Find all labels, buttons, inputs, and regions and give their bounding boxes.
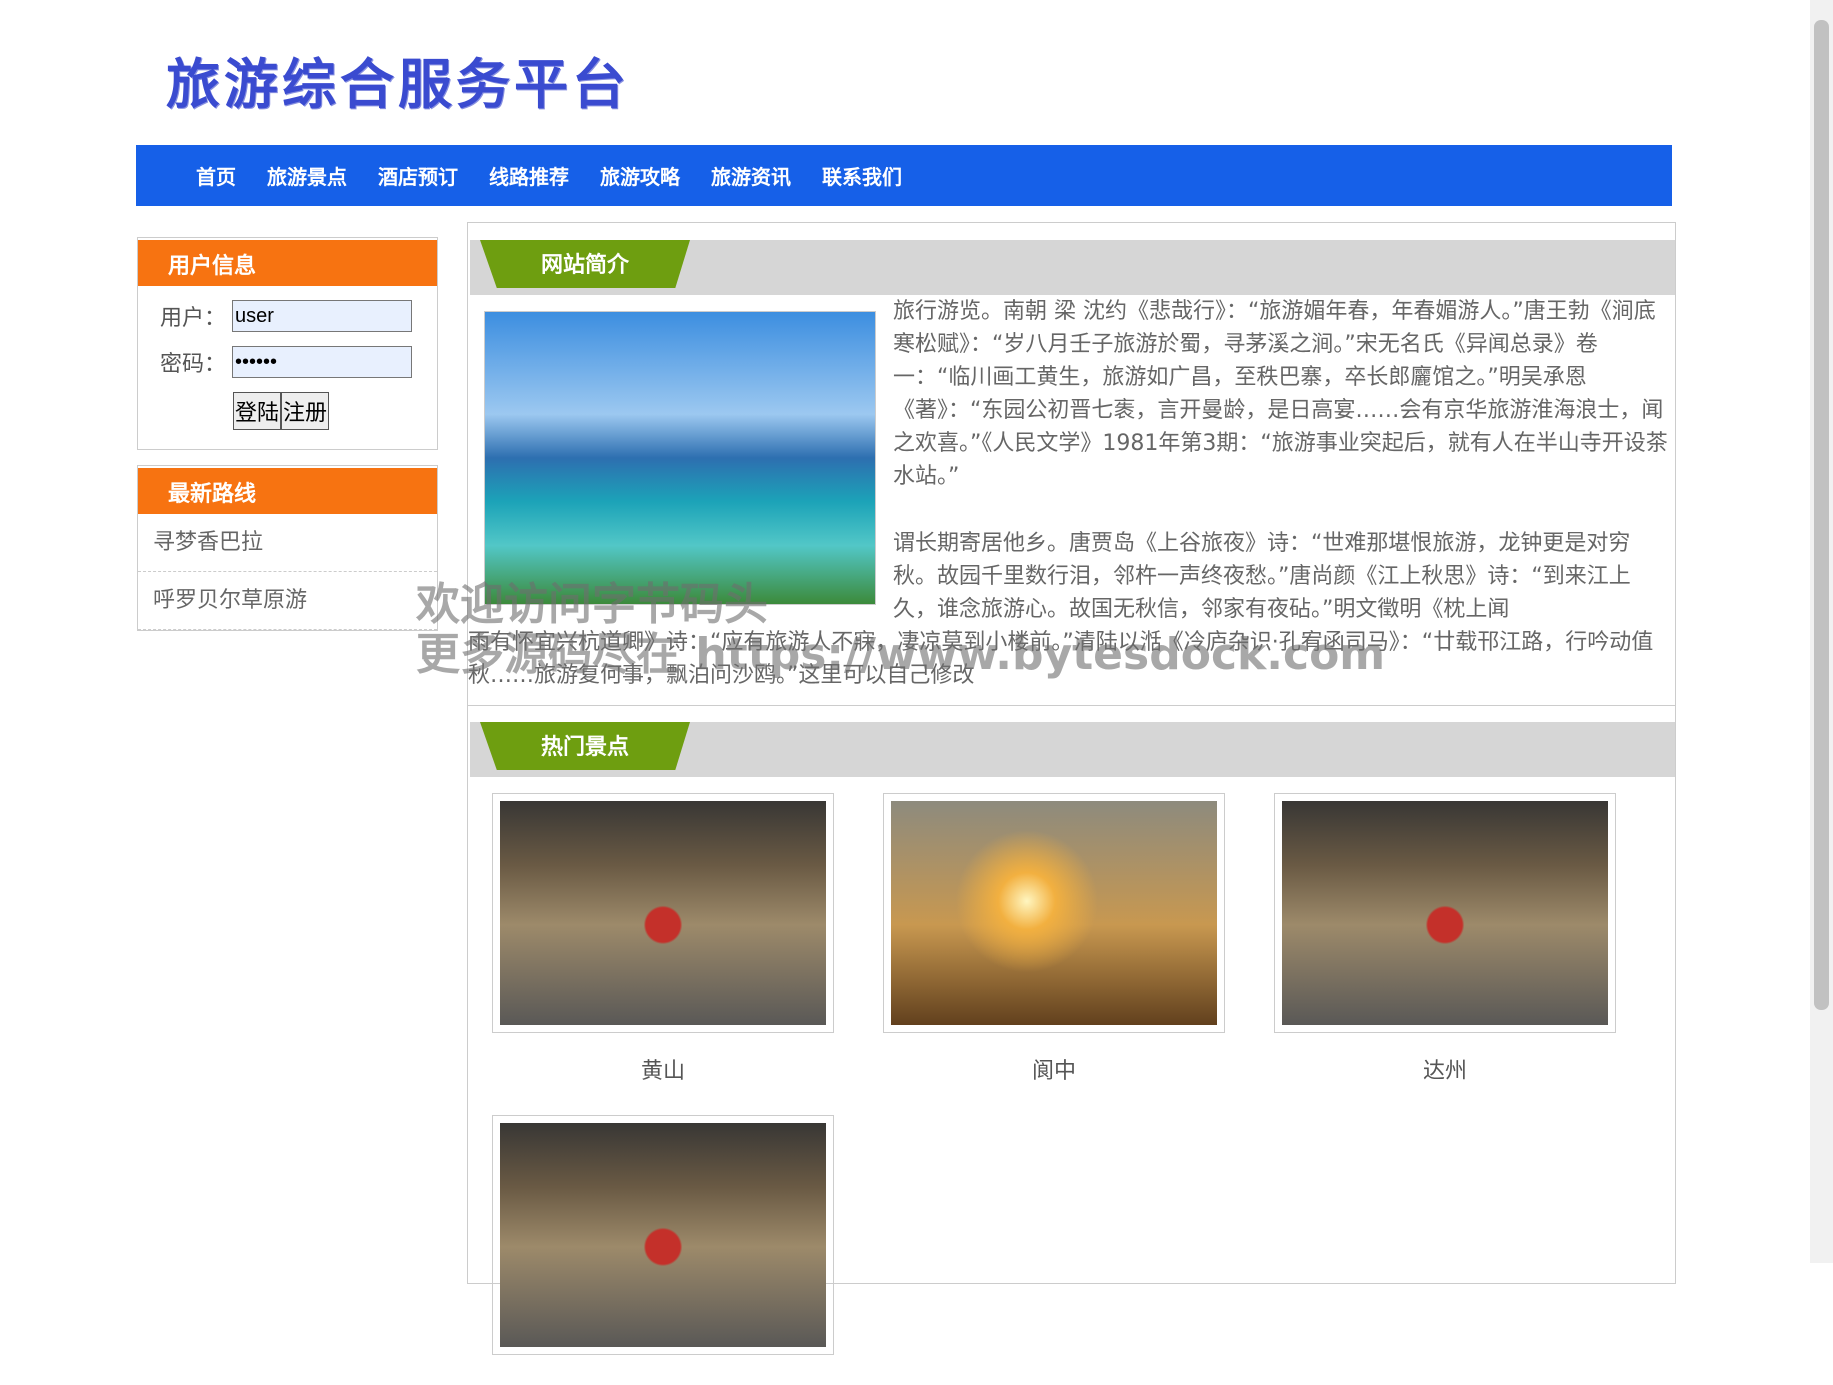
spot-card[interactable] [492, 1115, 834, 1385]
spot-image[interactable] [492, 793, 834, 1033]
vertical-scrollbar[interactable] [1810, 0, 1833, 1263]
login-button[interactable]: 登陆 [233, 392, 281, 430]
nav-news[interactable]: 旅游资讯 [711, 161, 791, 190]
intro-header: 网站简介 [470, 240, 1675, 295]
hot-spots-grid: 黄山 阆中 达州 [468, 777, 1675, 1385]
spot-image[interactable] [1274, 793, 1616, 1033]
main-content: 网站简介 旅行游览。南朝 梁 沈约《悲哉行》：“旅游媚年春，年春媚游人。”唐王勃… [467, 222, 1676, 1284]
spot-image[interactable] [883, 793, 1225, 1033]
latest-routes-title: 最新路线 [138, 468, 437, 514]
intro-paragraph-3: 雨有怀宜兴杭道卿》诗：“应有旅游人不寐，凄凉莫到小楼前。”清陆以湉《冷庐杂识·孔… [468, 626, 1671, 692]
username-label: 用户： [160, 300, 226, 332]
spot-card[interactable]: 阆中 [883, 793, 1225, 1115]
spot-name[interactable]: 达州 [1274, 1053, 1616, 1085]
intro-paragraph-1: 旅行游览。南朝 梁 沈约《悲哉行》：“旅游媚年春，年春媚游人。”唐王勃《涧底寒松… [893, 295, 1671, 493]
nav-contact[interactable]: 联系我们 [822, 161, 902, 190]
login-buttons: 登陆 注册 [233, 392, 437, 430]
scrollbar-thumb[interactable] [1814, 20, 1829, 1010]
username-input[interactable] [232, 300, 412, 332]
latest-routes-panel: 最新路线 寻梦香巴拉 呼罗贝尔草原游 [137, 465, 438, 631]
main-nav: 首页 旅游景点 酒店预订 线路推荐 旅游攻略 旅游资讯 联系我们 [136, 145, 1672, 206]
nav-guides[interactable]: 旅游攻略 [600, 161, 680, 190]
password-label: 密码： [160, 346, 226, 378]
spot-card[interactable]: 黄山 [492, 793, 834, 1115]
spot-name[interactable]: 黄山 [492, 1053, 834, 1085]
spot-name[interactable]: 阆中 [883, 1053, 1225, 1085]
hot-spots-tab: 热门景点 [480, 722, 690, 770]
spot-card[interactable]: 达州 [1274, 793, 1616, 1115]
divider [468, 705, 1675, 722]
nav-routes[interactable]: 线路推荐 [489, 161, 569, 190]
user-info-title: 用户信息 [138, 240, 437, 286]
spot-image[interactable] [492, 1115, 834, 1355]
register-button[interactable]: 注册 [281, 392, 329, 430]
intro-tab: 网站简介 [480, 240, 690, 288]
intro-paragraph-2: 谓长期寄居他乡。唐贾岛《上谷旅夜》诗：“世难那堪恨旅游，龙钟更是对穷秋。故园千里… [893, 527, 1671, 626]
nav-hotels[interactable]: 酒店预订 [378, 161, 458, 190]
beach-resort-image [484, 311, 876, 605]
site-logo-title: 旅游综合服务平台 [166, 40, 630, 119]
password-row: 密码： [160, 346, 437, 378]
route-item[interactable]: 寻梦香巴拉 [138, 514, 437, 572]
nav-home[interactable]: 首页 [196, 161, 236, 190]
nav-attractions[interactable]: 旅游景点 [267, 161, 347, 190]
password-input[interactable] [232, 346, 412, 378]
route-item[interactable]: 呼罗贝尔草原游 [138, 572, 437, 630]
intro-section: 旅行游览。南朝 梁 沈约《悲哉行》：“旅游媚年春，年春媚游人。”唐王勃《涧底寒松… [468, 295, 1675, 705]
user-info-panel: 用户信息 用户： 密码： 登陆 注册 [137, 237, 438, 450]
hot-spots-header: 热门景点 [470, 722, 1675, 777]
username-row: 用户： [160, 300, 437, 332]
